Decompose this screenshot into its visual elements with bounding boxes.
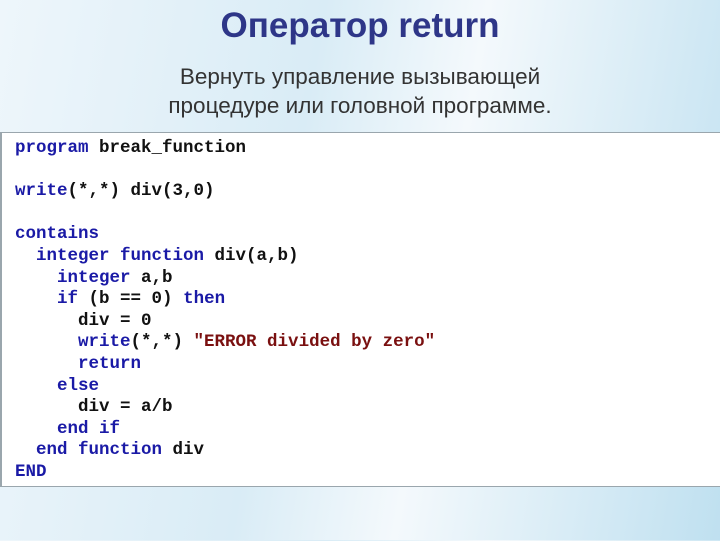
code-keyword: contains xyxy=(15,224,100,245)
subtitle-line: Вернуть управление вызывающей xyxy=(179,64,541,89)
code-text: (*,*) div(3,0) xyxy=(67,181,215,202)
code-keyword: integer xyxy=(57,267,131,288)
code-line: end if xyxy=(15,419,435,441)
code-line: div = 0 xyxy=(15,311,435,333)
code-keyword: if xyxy=(57,289,79,310)
code-text: a,b xyxy=(130,267,173,288)
code-keyword: END xyxy=(15,461,47,482)
slide-footer xyxy=(0,486,720,541)
code-text: (*,*) xyxy=(130,332,194,353)
code-text: div = 0 xyxy=(15,310,152,331)
code-text: (b == 0) xyxy=(78,289,184,310)
code-lines: program break_function write(*,*) div(3,0… xyxy=(15,138,435,484)
code-keyword: then xyxy=(183,289,226,310)
code-line: end function div xyxy=(15,440,435,462)
code-text: div = a/b xyxy=(15,397,173,418)
code-line: integer a,b xyxy=(15,268,435,290)
code-keyword: return xyxy=(78,353,142,374)
code-keyword: program xyxy=(15,138,89,158)
code-block: program break_function write(*,*) div(3,0… xyxy=(0,132,720,487)
code-line: if (b == 0) then xyxy=(15,289,435,311)
code-line: write(*,*) "ERROR divided by zero" xyxy=(15,332,435,354)
code-line: div = a/b xyxy=(15,397,435,419)
code-line: write(*,*) div(3,0) xyxy=(15,181,435,203)
code-keyword: else xyxy=(57,375,100,396)
code-keyword: write xyxy=(15,181,68,202)
code-line: program break_function xyxy=(15,138,435,160)
code-line: return xyxy=(15,354,435,376)
code-line: END xyxy=(15,462,435,484)
subtitle-line: процедуре или головной программе. xyxy=(168,93,552,118)
code-line: integer function div(a,b) xyxy=(15,246,435,268)
slide-subtitle: Вернуть управление вызывающей процедуре … xyxy=(0,62,720,120)
slide-title: Оператор return xyxy=(220,6,500,45)
slide-header: Оператор return Вернуть управление вызыв… xyxy=(0,0,720,132)
code-text: div(a,b) xyxy=(204,245,299,266)
code-keyword: end function xyxy=(36,440,163,461)
code-line: else xyxy=(15,376,435,398)
code-text: break_function xyxy=(88,138,247,158)
code-keyword: end if xyxy=(57,418,121,439)
code-keyword: write xyxy=(78,332,131,353)
code-line: contains xyxy=(15,224,435,246)
code-text: div xyxy=(162,440,205,461)
code-keyword: integer function xyxy=(36,245,205,266)
code-string: "ERROR divided by zero" xyxy=(193,332,436,353)
